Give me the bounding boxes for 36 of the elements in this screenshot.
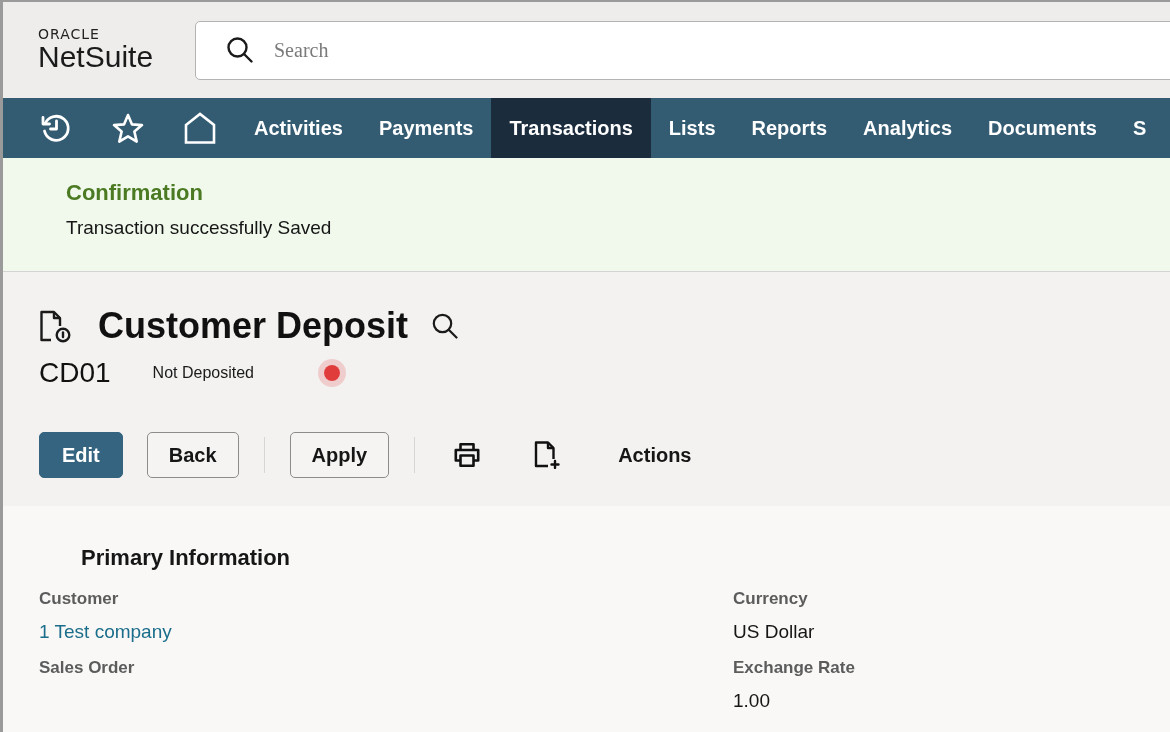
banner-title: Confirmation [66,179,203,207]
toolbar-button[interactable]: Edit [39,432,123,478]
field-value: 1.00 [733,689,770,713]
section-title: Primary Information [81,545,291,571]
actions-menu[interactable]: Actions [618,440,692,470]
nav-tab[interactable]: Documents [970,98,1115,158]
printer-icon[interactable] [454,442,481,468]
logo-wordmark: NetSuite [38,41,154,73]
nav-tab[interactable]: Analytics [845,98,971,158]
home-icon[interactable] [184,112,216,144]
toolbar-button[interactable]: Back [146,432,239,478]
search-icon[interactable] [432,313,459,339]
nav-tab[interactable]: Payments [360,98,492,158]
record-number: CD01 [39,356,111,390]
field-label: Customer [39,588,119,610]
banner-message: Transaction successfully Saved [66,216,332,240]
nav-tab[interactable]: Reports [733,98,846,158]
history-icon[interactable] [40,112,72,144]
star-icon[interactable] [112,112,144,144]
document-clock-icon [39,309,71,343]
nav-tab[interactable]: Activities [236,98,361,158]
nav-tab[interactable]: Transactions [491,98,651,158]
page-title: Customer Deposit [98,306,409,346]
status-label: Not Deposited [152,363,254,383]
search-icon [227,36,253,63]
nav-tab[interactable]: S [1114,98,1165,158]
nav-tab[interactable]: Lists [650,98,734,158]
field-label: Sales Order [39,657,135,679]
logo-caption: ORACLE [38,27,100,41]
search-field[interactable]: Search [195,20,1170,80]
toolbar-button[interactable]: Apply [289,432,390,478]
field-label: Exchange Rate [733,657,855,679]
field-label: Currency [733,588,808,610]
document-plus-icon[interactable] [534,441,561,469]
customer-link[interactable]: 1 Test company [39,619,172,645]
field-value: US Dollar [733,620,815,644]
